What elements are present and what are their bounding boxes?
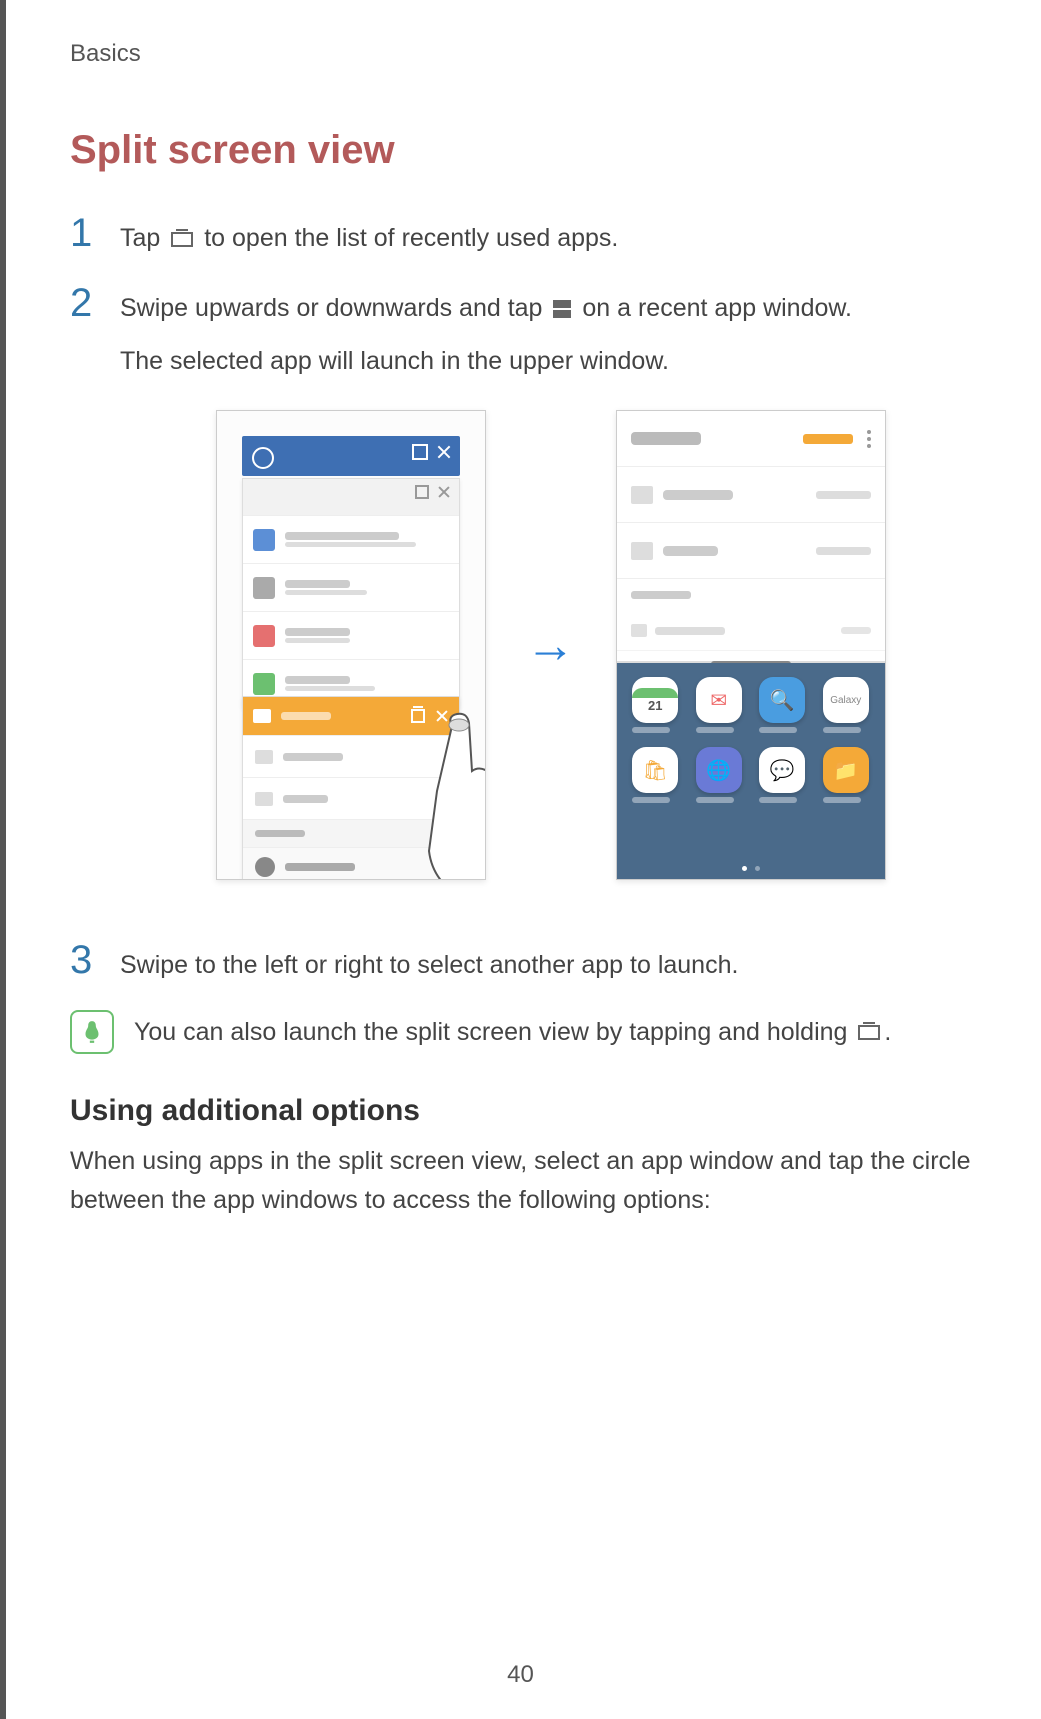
myfiles-app-icon: 📁 [823, 747, 869, 793]
step-subline: The selected app will launch in the uppe… [120, 342, 852, 381]
step-text-after: to open the list of recently used apps. [204, 224, 618, 252]
recent-app-card-internet [242, 436, 460, 476]
store-app-icon: 🛍 [632, 747, 678, 793]
display-icon [253, 673, 275, 695]
illustration-phone-split: 21 ✉ 🔍 Galaxy 🛍 🌐 💬 📁 [616, 410, 886, 880]
step-number: 2 [70, 283, 120, 323]
step-body: Swipe to the left or right to select ano… [120, 940, 738, 985]
split-bottom-pane: 21 ✉ 🔍 Galaxy 🛍 🌐 💬 📁 [617, 663, 885, 879]
folder-icon [253, 709, 271, 723]
illustration-row: → 21 ✉ [120, 410, 981, 880]
step-body: Swipe upwards or downwards and tap on a … [120, 283, 852, 381]
note-text: You can also launch the split screen vie… [134, 1018, 891, 1047]
step-text-before: Tap [120, 224, 167, 252]
category-icon [255, 857, 275, 877]
step-body: Tap to open the list of recently used ap… [120, 213, 618, 258]
messages-app-icon: 💬 [759, 747, 805, 793]
note-row: You can also launch the split screen vie… [70, 1010, 981, 1054]
device-icon [255, 750, 273, 764]
recents-icon [858, 1025, 880, 1040]
email-app-icon: ✉ [696, 677, 742, 723]
more-icon [867, 430, 871, 448]
step-1: 1 Tap to open the list of recently used … [70, 213, 981, 258]
calendar-app-icon: 21 [632, 677, 678, 723]
page-number: 40 [0, 1661, 1041, 1689]
myfiles-title-row [617, 411, 885, 467]
split-icon-small [415, 485, 429, 499]
step-2: 2 Swipe upwards or downwards and tap on … [70, 283, 981, 381]
recent-app-card-settings [242, 478, 460, 708]
close-icon [437, 485, 451, 499]
tip-icon [70, 1010, 114, 1054]
step-number: 1 [70, 213, 120, 253]
close-icon [436, 444, 452, 460]
subheading: Using additional options [70, 1094, 981, 1128]
page-indicator [617, 866, 885, 871]
page-title: Split screen view [70, 128, 981, 173]
notifications-icon [253, 625, 275, 647]
note-text-after: . [884, 1018, 891, 1046]
device-icon [631, 486, 653, 504]
page-left-border [0, 0, 6, 1719]
sdcard-icon [255, 792, 273, 806]
close-icon [435, 709, 449, 723]
step-3: 3 Swipe to the left or right to select a… [70, 940, 981, 985]
recents-icon [171, 232, 193, 247]
split-icon-small [412, 444, 428, 460]
search-app-icon: 🔍 [759, 677, 805, 723]
split-top-pane [617, 411, 885, 661]
note-text-before: You can also launch the split screen vie… [134, 1018, 854, 1046]
card-header [243, 697, 459, 735]
folder-icon [631, 624, 647, 637]
recent-app-card-myfiles [242, 696, 460, 880]
breadcrumb: Basics [70, 40, 981, 68]
internet-app-icon: 🌐 [696, 747, 742, 793]
illustration-phone-recents [216, 410, 486, 880]
split-screen-icon [553, 300, 571, 318]
galaxy-app-icon: Galaxy [823, 677, 869, 723]
split-icon-small [411, 709, 425, 723]
wifi-icon [253, 529, 275, 551]
arrow-right-icon: → [526, 616, 576, 674]
card-header [243, 479, 459, 515]
step-text-before: Swipe upwards or downwards and tap [120, 294, 549, 322]
sound-icon [253, 577, 275, 599]
body-text: When using apps in the split screen view… [70, 1142, 981, 1220]
step-number: 3 [70, 940, 120, 980]
step-text-after: on a recent app window. [582, 294, 852, 322]
sdcard-icon [631, 542, 653, 560]
